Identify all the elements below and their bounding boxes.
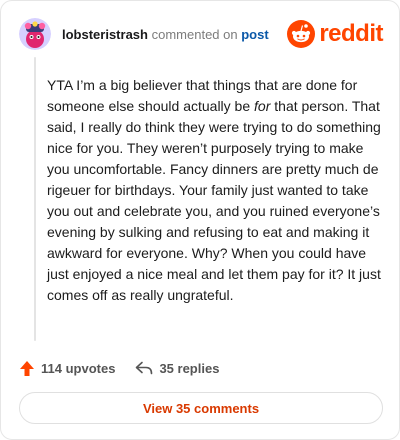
comment-header: lobsteristrash commented on post reddit (19, 18, 383, 50)
username[interactable]: lobsteristrash (62, 27, 148, 42)
comment-meta: lobsteristrash commented on post (62, 27, 269, 42)
view-comments-button[interactable]: View 35 comments (19, 392, 383, 424)
comment-body-part-2: that person. That said, I really do thin… (47, 98, 381, 303)
upvote-arrow-icon (20, 360, 34, 376)
comment-actions: 114 upvotes 35 replies (19, 357, 219, 379)
reddit-logo-icon (287, 20, 316, 48)
snoo-avatar-icon (19, 18, 51, 50)
upvote-count: 114 upvotes (41, 360, 116, 376)
reddit-brand[interactable]: reddit (287, 20, 383, 48)
thread-line[interactable] (34, 57, 36, 341)
user-avatar[interactable] (19, 18, 51, 50)
upvote-button[interactable]: 114 upvotes (19, 360, 115, 377)
comment-body: YTA I’m a big believer that things that … (47, 75, 382, 306)
reply-arrow-icon (136, 361, 153, 375)
comment-card: lobsteristrash commented on post reddit … (0, 0, 400, 440)
post-link[interactable]: post (241, 27, 268, 42)
comment-body-emphasis: for (254, 98, 271, 114)
commented-on-text: commented on (151, 27, 238, 42)
replies-button[interactable]: 35 replies (135, 361, 219, 376)
reply-count: 35 replies (159, 360, 220, 376)
reddit-wordmark: reddit (319, 20, 383, 47)
